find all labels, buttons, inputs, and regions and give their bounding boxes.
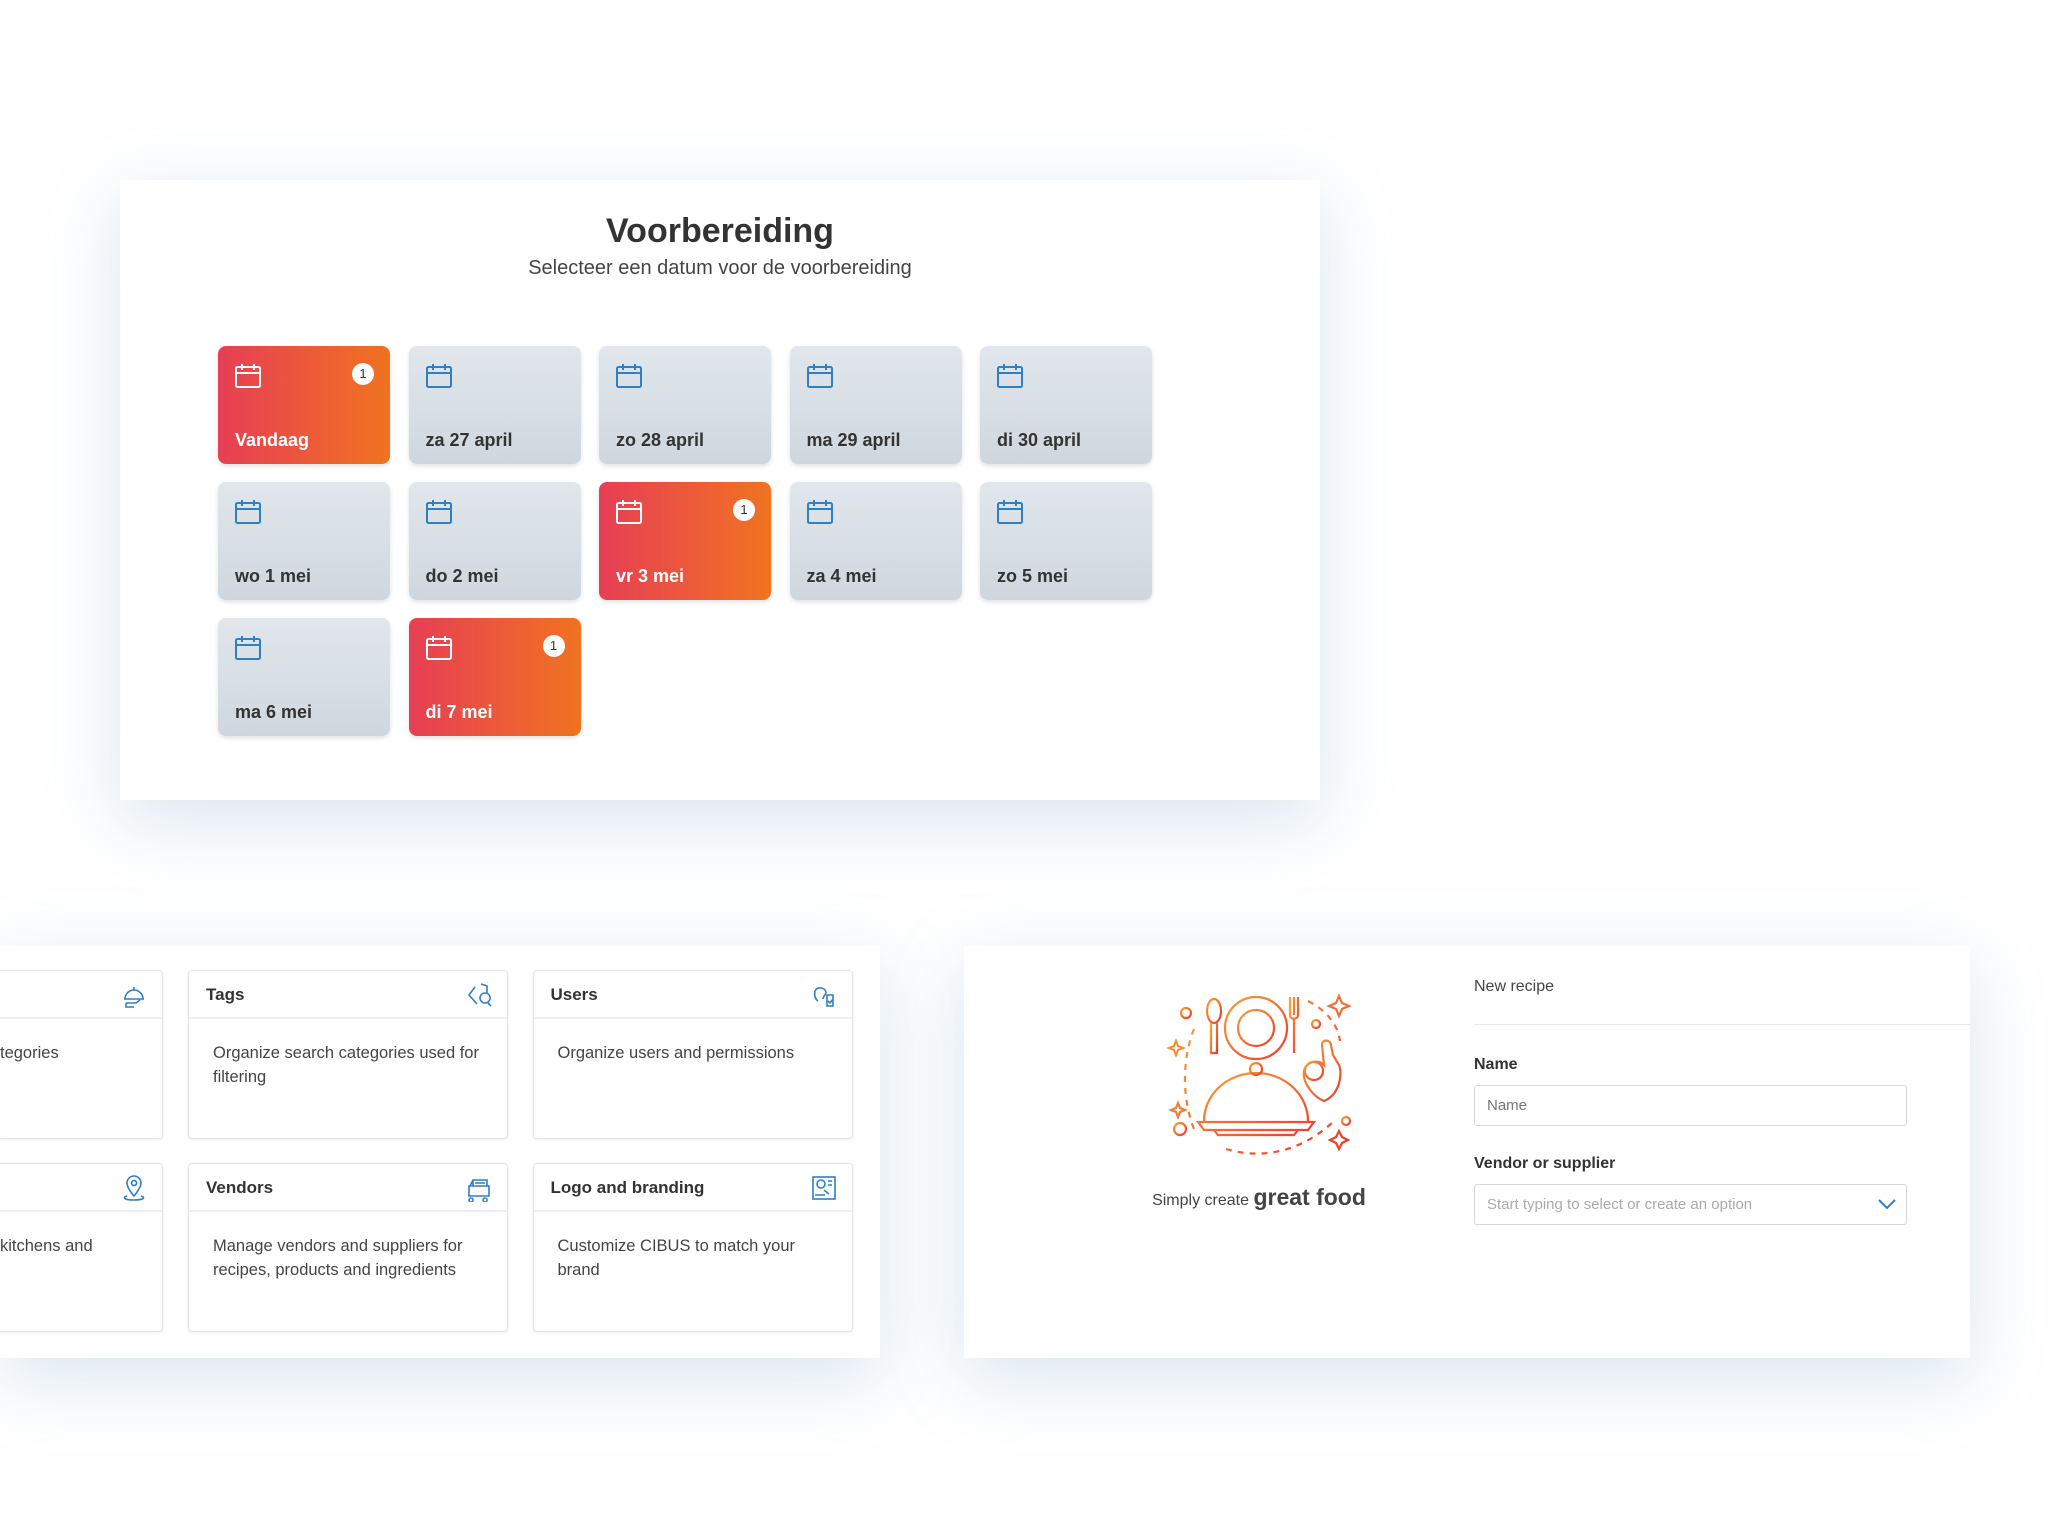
card-header <box>0 1164 162 1212</box>
page-title: Voorbereiding <box>606 212 834 250</box>
form-header: New recipe <box>1474 978 1555 995</box>
calendar-icon <box>425 362 453 390</box>
card-header <box>0 971 162 1019</box>
cloche-icon <box>124 987 144 1008</box>
settings-card[interactable]: kitchens and <box>0 1163 163 1332</box>
date-tile[interactable]: do 2 mei <box>408 482 581 600</box>
tag-search-icon <box>467 983 492 1007</box>
count-badge: 1 <box>542 635 565 657</box>
date-tile[interactable]: ma 29 april <box>789 346 962 464</box>
preparation-panel: Voorbereiding Selecteer een datum voor d… <box>120 180 1320 800</box>
settings-panel: tegories Tags Organize search categories u… <box>0 946 880 1358</box>
location-pin-icon <box>123 1175 145 1201</box>
date-tile[interactable]: ma 6 mei <box>218 618 390 736</box>
card-title: Users <box>550 985 598 1004</box>
card-description: tegories <box>0 1044 59 1062</box>
calendar-icon <box>806 362 834 390</box>
vendor-label: Vendor or supplier <box>1474 1155 1616 1172</box>
date-tile[interactable]: za 27 april <box>408 346 581 464</box>
card-title: Logo and branding <box>550 1178 705 1197</box>
calendar-icon <box>996 362 1024 390</box>
card-header: Logo and branding <box>533 1164 852 1212</box>
settings-card[interactable]: Tags Organize search categories used for … <box>188 970 508 1139</box>
name-label: Name <box>1474 1056 1518 1073</box>
count-badge: 1 <box>352 363 374 385</box>
date-tile[interactable]: zo 5 mei <box>980 482 1152 600</box>
settings-card[interactable]: Logo and branding Customize CIBUS to matc… <box>532 1163 853 1332</box>
date-label: vr 3 mei <box>616 566 685 586</box>
date-tile[interactable]: za 4 mei <box>789 482 962 600</box>
date-label: ma 29 april <box>806 430 901 450</box>
date-tile[interactable]: wo 1 mei <box>218 482 390 600</box>
calendar-icon <box>615 498 643 526</box>
card-description: Organize users and permissions <box>557 1044 795 1062</box>
branding-icon <box>811 1176 836 1200</box>
page-subtitle: Selecteer een datum voor de voorbereidin… <box>528 257 912 279</box>
date-label: Vandaag <box>235 430 310 450</box>
calendar-icon <box>425 498 453 526</box>
user-check-icon <box>813 987 834 1007</box>
food-illustration-icon <box>1166 993 1352 1155</box>
settings-card[interactable]: Users Organize users and permissions <box>532 970 853 1139</box>
date-tile[interactable]: 1 di 7 mei <box>408 618 581 736</box>
date-label: zo 28 april <box>616 430 705 450</box>
tagline-emphasis: great food <box>1253 1184 1366 1210</box>
date-tile[interactable]: 1 vr 3 mei <box>599 482 771 600</box>
tagline-prefix: Simply create <box>1152 1192 1249 1209</box>
date-label: do 2 mei <box>425 566 499 586</box>
card-title: Vendors <box>206 1178 274 1197</box>
card-header: Users <box>533 971 852 1019</box>
date-tile[interactable]: 1 Vandaag <box>218 346 390 464</box>
date-label: zo 5 mei <box>997 566 1069 586</box>
count-badge: 1 <box>733 499 755 521</box>
settings-card[interactable]: Vendors Manage vendors and suppliers for … <box>188 1163 508 1332</box>
card-description: Manage vendors and suppliers for recipes… <box>213 1237 463 1279</box>
new-recipe-panel: Simply create great food New recipe Name… <box>964 946 1970 1358</box>
vendor-placeholder: Start typing to select or create an opti… <box>1487 1196 1753 1213</box>
date-label: za 27 april <box>425 430 513 450</box>
card-description: Organize search categories used for filt… <box>213 1044 479 1086</box>
calendar-icon <box>234 498 262 526</box>
date-label: di 7 mei <box>425 702 493 722</box>
card-header: Vendors <box>189 1164 507 1212</box>
settings-card[interactable]: tegories <box>0 970 163 1139</box>
calendar-icon <box>234 634 262 662</box>
vendor-select[interactable]: Start typing to select or create an opti… <box>1474 1184 1907 1225</box>
card-description: Customize CIBUS to match your brand <box>557 1237 796 1279</box>
chevron-down-icon <box>1878 1199 1896 1210</box>
date-label: wo 1 mei <box>235 566 312 586</box>
tagline: Simply create great food <box>1114 1184 1404 1211</box>
divider <box>1474 1024 1970 1025</box>
card-title: Tags <box>206 985 245 1004</box>
date-tile[interactable]: zo 28 april <box>599 346 771 464</box>
calendar-icon <box>615 362 643 390</box>
calendar-icon <box>234 362 262 390</box>
card-header: Tags <box>189 971 507 1019</box>
date-label: za 4 mei <box>806 566 877 586</box>
calendar-icon <box>996 498 1024 526</box>
date-label: di 30 april <box>997 430 1082 450</box>
calendar-icon <box>806 498 834 526</box>
calendar-icon <box>425 634 453 662</box>
date-tile[interactable]: di 30 april <box>980 346 1152 464</box>
date-label: ma 6 mei <box>235 702 313 722</box>
name-input[interactable] <box>1474 1085 1907 1126</box>
food-truck-icon <box>468 1179 490 1202</box>
card-description: kitchens and <box>0 1237 93 1255</box>
